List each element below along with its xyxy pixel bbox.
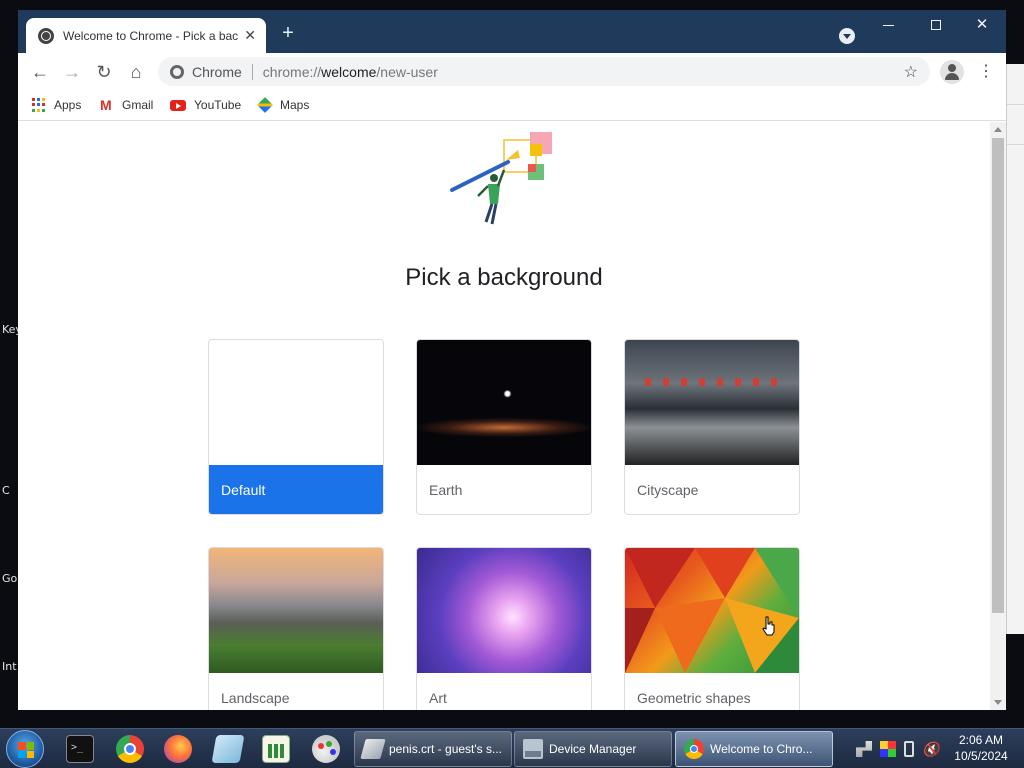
url-host: welcome [321, 63, 377, 80]
background-thumbnail [625, 548, 799, 673]
page-content: Pick a background Default Earth Cityscap… [18, 122, 990, 710]
chrome-icon [684, 739, 704, 759]
desktop-label[interactable]: Int [2, 660, 17, 673]
background-thumbnail [417, 548, 591, 673]
taskbar-item-label: Device Manager [549, 742, 637, 756]
apps-grid-icon [32, 98, 46, 112]
bookmark-label: YouTube [194, 98, 242, 112]
new-tab-button[interactable]: + [278, 23, 298, 44]
clock[interactable]: 2:06 AM 10/5/2024 [946, 732, 1016, 764]
bookmark-label: Apps [54, 98, 82, 112]
profile-avatar[interactable] [940, 60, 964, 84]
background-card-default[interactable]: Default [208, 339, 384, 515]
taskbar-item-file[interactable]: penis.crt - guest's s... [354, 731, 512, 767]
battery-icon[interactable] [904, 741, 914, 757]
taskbar-item-label: Welcome to Chro... [710, 742, 813, 756]
taskbar-item-label: penis.crt - guest's s... [389, 742, 502, 756]
taskbar-item-device-manager[interactable]: Device Manager [514, 731, 672, 767]
command-prompt-icon[interactable] [66, 735, 94, 763]
url-origin-chip: Chrome [192, 63, 242, 80]
background-thumbnail [417, 340, 591, 465]
bookmark-label: Gmail [122, 98, 154, 112]
volume-muted-icon[interactable]: 🔇 [922, 741, 939, 757]
background-label: Cityscape [637, 482, 699, 498]
menu-kebab-icon[interactable]: ⋮ [978, 62, 994, 82]
background-card-landscape[interactable]: Landscape [208, 547, 384, 710]
gmail-icon: M [100, 97, 112, 113]
background-window-edge [1006, 64, 1024, 634]
divider [251, 63, 253, 80]
toolbar: ← → ↻ ⌂ Chrome chrome:// welcome /new-us… [18, 53, 1006, 91]
file-icon [360, 739, 386, 759]
bookmark-label: Maps [280, 98, 310, 112]
desktop-label[interactable]: C [2, 484, 10, 497]
clock-time: 2:06 AM [958, 733, 1004, 747]
geometric-pattern [625, 548, 799, 673]
background-label: Landscape [221, 690, 290, 706]
page-title: Pick a background [405, 264, 603, 291]
title-bar: Welcome to Chrome - Pick a bac ✕ + ✕ [18, 10, 1006, 53]
taskbar-item-chrome[interactable]: Welcome to Chro... [675, 731, 833, 767]
tab-title: Welcome to Chrome - Pick a bac [63, 28, 239, 43]
background-card-cityscape[interactable]: Cityscape [624, 339, 800, 515]
painter-illustration-icon [450, 132, 552, 225]
desktop-label[interactable]: Go [2, 572, 17, 585]
minimize-button[interactable] [868, 14, 908, 38]
background-label: Geometric shapes [637, 690, 751, 706]
maximize-button[interactable] [916, 14, 956, 38]
background-label: Art [429, 690, 447, 706]
scroll-up-icon[interactable] [994, 127, 1002, 132]
background-card-earth[interactable]: Earth [416, 339, 592, 515]
chrome-window: Welcome to Chrome - Pick a bac ✕ + ✕ ← →… [18, 10, 1006, 710]
close-window-button[interactable]: ✕ [962, 14, 1002, 38]
chrome-secure-icon[interactable] [170, 64, 184, 79]
device-manager-icon [523, 739, 543, 759]
bookmarks-bar: Apps M Gmail YouTube Maps [18, 91, 1006, 121]
taskbar: penis.crt - guest's s... Device Manager … [0, 728, 1024, 768]
home-button[interactable]: ⌂ [126, 62, 146, 82]
background-thumbnail [625, 340, 799, 465]
maps-icon [257, 97, 273, 113]
tab-search-dropdown-icon[interactable] [839, 28, 855, 44]
background-label: Earth [429, 482, 463, 498]
address-bar[interactable]: Chrome chrome:// welcome /new-user ☆ [158, 57, 930, 86]
bookmark-gmail[interactable]: M Gmail [100, 98, 153, 112]
chart-icon[interactable] [262, 735, 290, 763]
close-tab-icon[interactable]: ✕ [244, 27, 256, 44]
bookmark-star-icon[interactable]: ☆ [904, 62, 918, 82]
windows-logo-icon [18, 742, 34, 758]
hand-cursor-icon [762, 616, 775, 636]
bookmark-maps[interactable]: Maps [257, 97, 310, 113]
reload-button[interactable]: ↻ [94, 62, 114, 82]
background-thumbnail [209, 548, 383, 673]
network-icon[interactable] [856, 741, 872, 757]
clock-date: 10/5/2024 [954, 749, 1008, 763]
url-path: /new-user [376, 63, 438, 80]
page-scrollbar[interactable] [990, 122, 1006, 710]
chrome-page-icon [38, 27, 54, 44]
scroll-down-icon[interactable] [994, 700, 1002, 705]
system-tray: 🔇 [856, 739, 939, 759]
youtube-icon [170, 99, 186, 111]
bookmark-apps[interactable]: Apps [32, 98, 81, 112]
paint-icon[interactable] [312, 735, 340, 763]
background-label: Default [209, 465, 383, 514]
forward-button[interactable]: → [62, 62, 82, 82]
scroll-thumb[interactable] [992, 138, 1004, 613]
bookmark-youtube[interactable]: YouTube [170, 98, 241, 112]
firefox-icon[interactable] [164, 735, 192, 763]
notes-icon[interactable] [211, 735, 245, 763]
url-scheme: chrome:// [262, 63, 322, 80]
background-card-art[interactable]: Art [416, 547, 592, 710]
tab-welcome[interactable]: Welcome to Chrome - Pick a bac ✕ [26, 18, 266, 53]
start-button[interactable] [6, 730, 44, 768]
chrome-icon[interactable] [116, 735, 144, 763]
back-button[interactable]: ← [30, 62, 50, 82]
background-thumbnail [209, 340, 383, 465]
color-app-icon[interactable] [880, 741, 896, 757]
